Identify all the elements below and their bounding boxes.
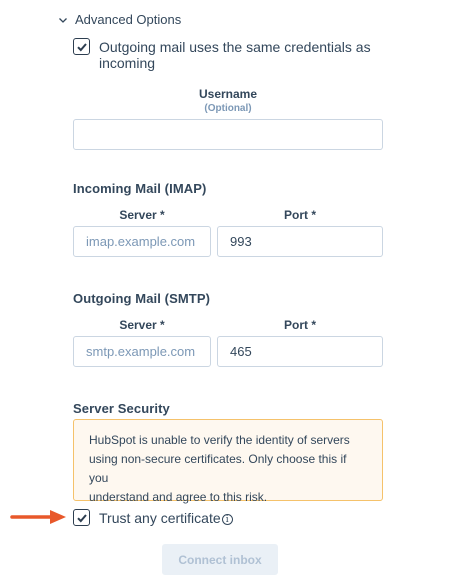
- info-icon[interactable]: i: [221, 514, 233, 525]
- same-credentials-label-line1: Outgoing mail uses the same credentials …: [99, 39, 371, 55]
- arrow-right-icon: [10, 510, 66, 524]
- username-label: Username: [198, 87, 258, 101]
- same-credentials-row[interactable]: Outgoing mail uses the same credentials …: [73, 38, 371, 71]
- chevron-down-icon: [57, 14, 69, 26]
- outgoing-section-title: Outgoing Mail (SMTP): [73, 291, 211, 306]
- advanced-options-label: Advanced Options: [75, 12, 182, 27]
- alert-line-3: understand and agree to this risk.: [89, 490, 268, 504]
- alert-line-1: HubSpot is unable to verify the identity…: [89, 433, 350, 447]
- outgoing-port-label: Port *: [283, 318, 316, 332]
- same-credentials-label-line2: incoming: [99, 55, 156, 71]
- incoming-port-input[interactable]: 993: [217, 226, 383, 257]
- trust-certificate-checkbox[interactable]: [73, 509, 90, 526]
- incoming-port-label: Port *: [283, 208, 316, 222]
- outgoing-server-input[interactable]: smtp.example.com: [73, 336, 211, 367]
- username-sublabel: (Optional): [204, 103, 252, 114]
- incoming-server-input[interactable]: imap.example.com: [73, 226, 211, 257]
- connect-inbox-button[interactable]: Connect inbox: [162, 544, 278, 575]
- outgoing-server-label: Server *: [119, 318, 165, 332]
- same-credentials-checkbox[interactable]: [73, 38, 90, 55]
- incoming-server-label: Server *: [119, 208, 165, 222]
- outgoing-port-input[interactable]: 465: [217, 336, 383, 367]
- alert-line-2: using non-secure certificates. Only choo…: [89, 452, 347, 485]
- username-input[interactable]: [73, 119, 383, 150]
- checkmark-icon: [76, 42, 87, 51]
- trust-certificate-label: Trust any certificate: [99, 509, 221, 526]
- checkmark-icon: [76, 513, 87, 522]
- incoming-section-title: Incoming Mail (IMAP): [73, 181, 207, 196]
- trust-certificate-row[interactable]: Trust any certificate i: [73, 509, 233, 526]
- advanced-options-toggle[interactable]: Advanced Options: [57, 12, 181, 27]
- security-section-title: Server Security: [73, 401, 170, 416]
- security-warning-alert: HubSpot is unable to verify the identity…: [73, 419, 383, 504]
